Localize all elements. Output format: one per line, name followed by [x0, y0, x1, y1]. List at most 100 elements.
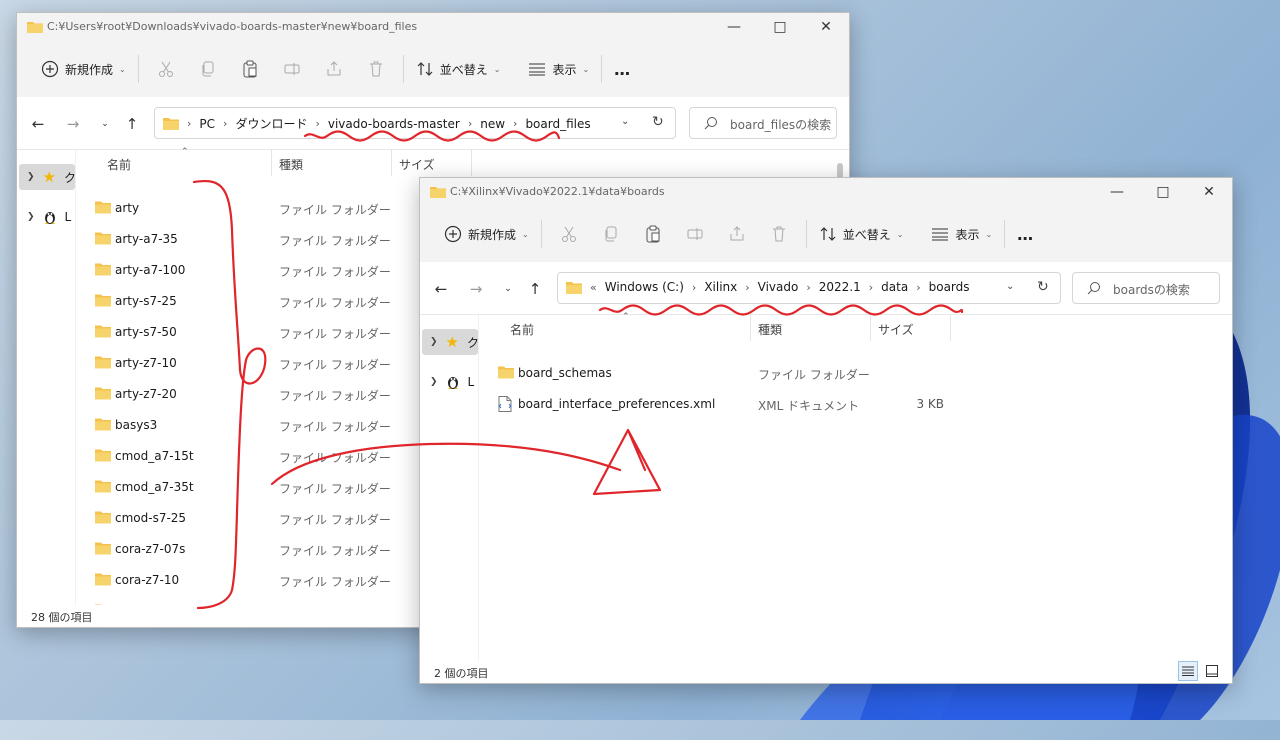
share-icon[interactable] [716, 218, 758, 250]
navigation-pane: ❯ ★ ク ❯ L [420, 315, 479, 661]
column-divider[interactable] [750, 315, 751, 341]
close-button[interactable]: ✕ [803, 13, 849, 41]
list-item[interactable]: board_schemas ファイル フォルダー [480, 358, 1220, 389]
recent-locations-button[interactable]: ⌄ [93, 113, 117, 135]
column-header-size[interactable]: サイズ [878, 321, 914, 338]
column-divider[interactable] [391, 150, 392, 176]
search-box[interactable]: board_filesの検索 [689, 107, 837, 139]
breadcrumb-xilinx[interactable]: Xilinx [704, 280, 737, 294]
window-title: C:¥Users¥root¥Downloads¥vivado-boards-ma… [47, 20, 418, 33]
search-placeholder: boardsの検索 [1113, 283, 1190, 297]
copy-icon[interactable] [590, 218, 632, 250]
column-header-size[interactable]: サイズ [399, 156, 435, 173]
breadcrumb-vivado-boards-master[interactable]: vivado-boards-master [328, 117, 460, 131]
tiles-view-button[interactable] [1202, 661, 1222, 681]
breadcrumb-2022-1[interactable]: 2022.1 [819, 280, 861, 294]
search-box[interactable]: boardsの検索 [1072, 272, 1220, 304]
address-bar[interactable]: « Windows (C:) › Xilinx › Vivado › 2022.… [557, 272, 1061, 304]
breadcrumb-windows-c[interactable]: Windows (C:) [605, 280, 684, 294]
sort-ascending-icon: ⌃ [622, 312, 630, 322]
view-button[interactable]: 表示 ⌄ [522, 53, 595, 85]
new-button[interactable]: 新規作成 ⌄ [438, 218, 535, 250]
back-button[interactable]: ← [429, 278, 453, 300]
column-header-type[interactable]: 種類 [758, 321, 782, 338]
maximize-button[interactable]: □ [1140, 178, 1186, 206]
more-options-button[interactable]: … [1011, 218, 1040, 250]
address-row: ← → ⌄ ↑ › PC › ダウンロード › vivado-boards-ma… [17, 97, 849, 150]
refresh-icon[interactable]: ↻ [1037, 279, 1049, 295]
sort-button[interactable]: 並べ替え ⌄ [813, 218, 910, 250]
breadcrumb-data[interactable]: data [881, 280, 908, 294]
forward-button[interactable]: → [61, 113, 85, 135]
item-count: 2 個の項目 [434, 667, 489, 680]
address-bar[interactable]: › PC › ダウンロード › vivado-boards-master › n… [154, 107, 676, 139]
delete-icon[interactable] [355, 53, 397, 85]
divider [805, 220, 807, 248]
more-options-button[interactable]: … [608, 53, 637, 85]
new-label: 新規作成 [468, 227, 517, 242]
copy-icon[interactable] [187, 53, 229, 85]
minimize-button[interactable]: — [711, 13, 757, 41]
file-type: ファイル フォルダー [279, 234, 391, 248]
nav-item-linux[interactable]: ❯ L [422, 369, 478, 395]
title-bar[interactable]: C:¥Xilinx¥Vivado¥2022.1¥data¥boards — □ … [420, 178, 1232, 206]
minimize-button[interactable]: — [1094, 178, 1140, 206]
chevron-down-icon[interactable]: ⌄ [1006, 281, 1014, 292]
breadcrumb-new[interactable]: new [480, 117, 505, 131]
column-header-name[interactable]: 名前 [107, 156, 131, 173]
column-divider[interactable] [950, 315, 951, 341]
folder-icon [95, 573, 111, 586]
back-button[interactable]: ← [26, 113, 50, 135]
details-view-button[interactable] [1178, 661, 1198, 681]
chevron-down-icon: ⌄ [582, 64, 590, 74]
breadcrumb-pc[interactable]: PC [199, 117, 215, 131]
nav-item-quick-access[interactable]: ❯ ★ ク [422, 329, 479, 355]
column-divider[interactable] [471, 150, 472, 176]
file-name: cmod_a7-15t [115, 449, 194, 463]
status-bar: 2 個の項目 [420, 661, 1232, 683]
column-header-name[interactable]: 名前 [510, 321, 534, 338]
column-header-type[interactable]: 種類 [279, 156, 303, 173]
folder-icon [95, 511, 111, 524]
cut-icon[interactable] [145, 53, 187, 85]
delete-icon[interactable] [758, 218, 800, 250]
breadcrumb-boards[interactable]: boards [929, 280, 970, 294]
view-button[interactable]: 表示 ⌄ [925, 218, 998, 250]
column-divider[interactable] [870, 315, 871, 341]
address-row: ← → ⌄ ↑ « Windows (C:) › Xilinx › Vivado… [420, 262, 1232, 315]
rename-icon[interactable] [271, 53, 313, 85]
column-divider[interactable] [271, 150, 272, 176]
breadcrumb-overflow[interactable]: « [590, 281, 597, 294]
chevron-down-icon[interactable]: ⌄ [621, 116, 629, 127]
paste-icon[interactable] [632, 218, 674, 250]
rename-icon[interactable] [674, 218, 716, 250]
search-icon [704, 117, 717, 130]
breadcrumb-downloads[interactable]: ダウンロード [235, 115, 307, 132]
list-item[interactable]: board_interface_preferences.xml XML ドキュメン… [480, 389, 1220, 420]
cut-icon[interactable] [548, 218, 590, 250]
paste-icon[interactable] [229, 53, 271, 85]
file-name: cmod_a7-35t [115, 480, 194, 494]
recent-locations-button[interactable]: ⌄ [496, 278, 520, 300]
breadcrumb-board-files[interactable]: board_files [525, 117, 590, 131]
new-button[interactable]: 新規作成 ⌄ [35, 53, 132, 85]
up-button[interactable]: ↑ [120, 113, 144, 135]
file-name: arty [115, 201, 140, 215]
folder-icon [95, 356, 111, 369]
close-button[interactable]: ✕ [1186, 178, 1232, 206]
folder-icon [95, 449, 111, 462]
nav-item-linux[interactable]: ❯ L [19, 204, 75, 230]
sort-button[interactable]: 並べ替え ⌄ [410, 53, 507, 85]
breadcrumb-separator: › [916, 280, 921, 294]
share-icon[interactable] [313, 53, 355, 85]
breadcrumb-vivado[interactable]: Vivado [758, 280, 799, 294]
forward-button[interactable]: → [464, 278, 488, 300]
refresh-icon[interactable]: ↻ [652, 114, 664, 130]
file-type: ファイル フォルダー [758, 368, 870, 382]
maximize-button[interactable]: □ [757, 13, 803, 41]
nav-item-quick-access[interactable]: ❯ ★ ク [19, 164, 76, 190]
chevron-right-icon: ❯ [430, 377, 438, 387]
title-bar[interactable]: C:¥Users¥root¥Downloads¥vivado-boards-ma… [17, 13, 849, 41]
up-button[interactable]: ↑ [523, 278, 547, 300]
